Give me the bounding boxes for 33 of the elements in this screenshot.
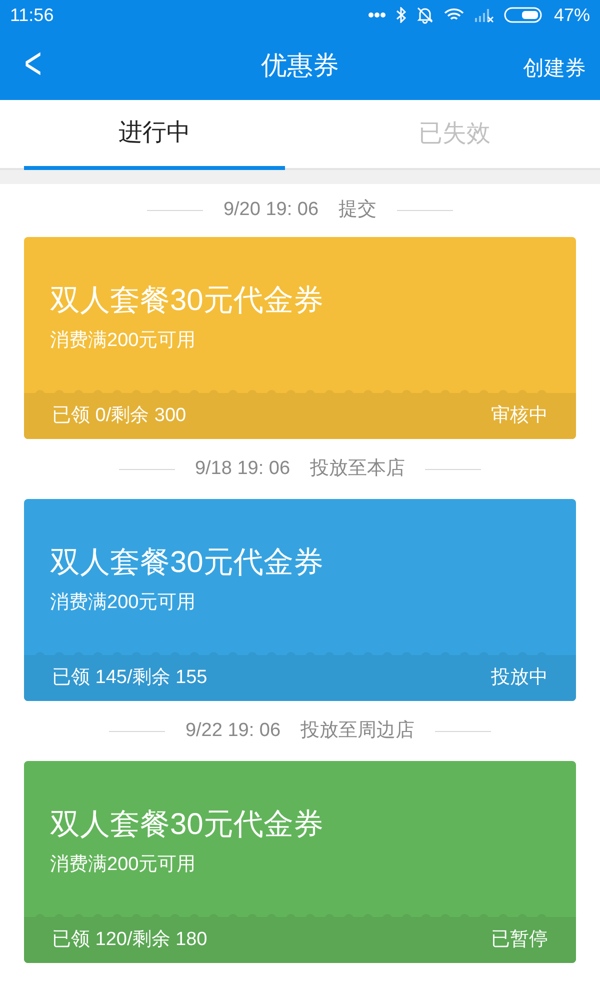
coupon-status: 投放中 — [491, 666, 548, 690]
wifi-icon — [444, 8, 464, 22]
coupon-stats: 已领 120/剩余 180 — [52, 928, 208, 952]
coupon-card[interactable]: 双人套餐30元代金券 消费满200元可用 已领 0/剩余 300 审核中 — [24, 237, 576, 439]
coupon-condition: 消费满200元可用 — [50, 329, 197, 353]
coupon-status: 审核中 — [491, 404, 548, 428]
coupon-stats: 已领 0/剩余 300 — [52, 404, 186, 428]
date-label: 9/20 19: 06 — [223, 198, 319, 222]
coupon-stats: 已领 145/剩余 155 — [52, 666, 208, 690]
page-title: 优惠券 — [261, 48, 339, 82]
coupon-status: 已暂停 — [491, 928, 548, 952]
date-label: 9/22 19: 06 — [185, 718, 281, 743]
battery-percent: 47% — [554, 4, 590, 26]
coupon-condition: 消费满200元可用 — [50, 853, 197, 877]
coupon-title: 双人套餐30元代金券 — [50, 544, 324, 580]
bluetooth-icon — [396, 7, 406, 23]
more-icon — [368, 12, 386, 18]
coupon-title: 双人套餐30元代金券 — [50, 806, 324, 842]
create-coupon-button[interactable]: 创建券 — [523, 53, 586, 85]
date-label: 9/18 19: 06 — [194, 456, 290, 481]
muted-bell-icon — [416, 6, 434, 24]
note-label: 提交 — [338, 198, 377, 222]
note-label: 投放至周边店 — [300, 718, 415, 743]
tab[interactable]: 已失效 — [309, 100, 600, 168]
coupon-condition: 消费满200元可用 — [50, 591, 197, 615]
note-label: 投放至本店 — [310, 456, 406, 481]
coupon-card[interactable]: 双人套餐30元代金券 消费满200元可用 已领 120/剩余 180 已暂停 — [24, 761, 576, 963]
coupon-card[interactable]: 双人套餐30元代金券 消费满200元可用 已领 145/剩余 155 投放中 — [24, 499, 576, 701]
status-time: 11:56 — [10, 4, 54, 26]
battery-icon — [504, 7, 544, 23]
signal-icon — [474, 7, 494, 23]
coupon-title: 双人套餐30元代金券 — [50, 282, 324, 318]
back-button[interactable]: < — [18, 35, 48, 95]
